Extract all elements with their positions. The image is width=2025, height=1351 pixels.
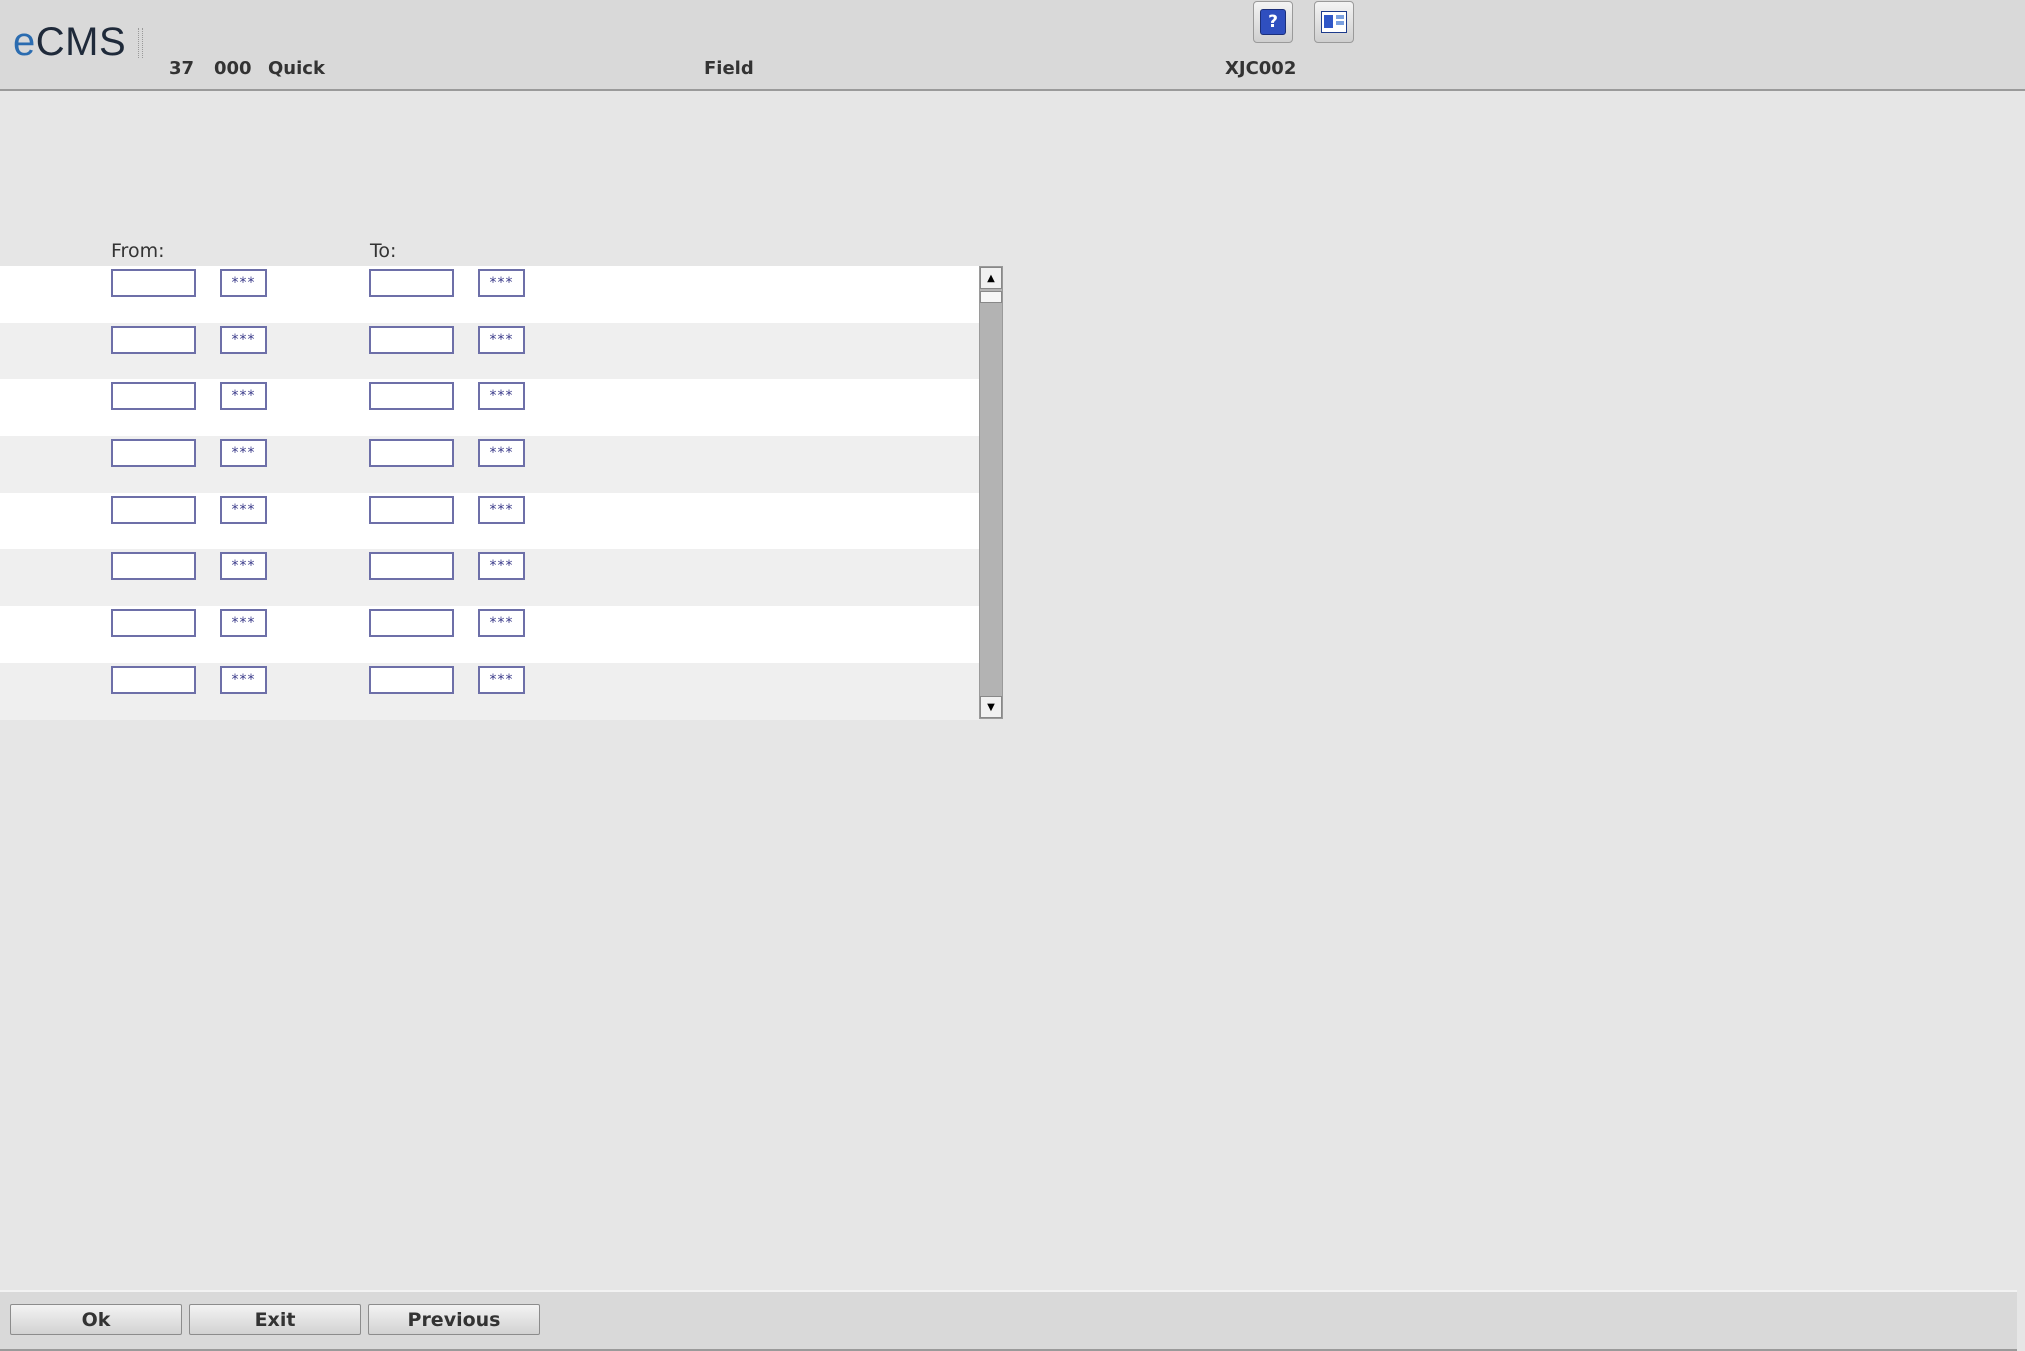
grid-row: *** *** <box>0 606 980 663</box>
help-icon: ? <box>1260 9 1286 35</box>
from-lookup-button[interactable]: *** <box>220 552 267 580</box>
to-field[interactable] <box>369 552 454 580</box>
to-field[interactable] <box>369 382 454 410</box>
window-button[interactable] <box>1314 1 1354 43</box>
from-lookup-button[interactable]: *** <box>220 382 267 410</box>
help-button[interactable]: ? <box>1253 1 1293 43</box>
grid-row: *** *** <box>0 379 980 436</box>
ok-button[interactable]: Ok <box>10 1304 182 1335</box>
from-field[interactable] <box>111 326 196 354</box>
from-label: From: <box>111 240 165 262</box>
to-field[interactable] <box>369 496 454 524</box>
scroll-thumb[interactable] <box>980 291 1002 303</box>
to-lookup-button[interactable]: *** <box>478 269 525 297</box>
logo-separator <box>138 28 143 58</box>
to-field[interactable] <box>369 666 454 694</box>
grid-row: *** *** <box>0 493 980 550</box>
to-field[interactable] <box>369 326 454 354</box>
grid-scrollbar[interactable]: ▲ ▼ <box>979 266 1003 719</box>
to-lookup-button[interactable]: *** <box>478 439 525 467</box>
to-lookup-button[interactable]: *** <box>478 609 525 637</box>
screen-title: Field <box>704 58 754 79</box>
menu-name: Quick <box>268 58 325 79</box>
ecms-logo: eCMS <box>13 20 127 64</box>
from-field[interactable] <box>111 666 196 694</box>
footer-bar: Ok Exit Previous <box>0 1290 2017 1351</box>
from-field[interactable] <box>111 269 196 297</box>
window-icon <box>1321 11 1347 33</box>
to-field[interactable] <box>369 609 454 637</box>
exit-button[interactable]: Exit <box>189 1304 361 1335</box>
grid-row: *** *** <box>0 436 980 493</box>
from-field[interactable] <box>111 439 196 467</box>
from-field[interactable] <box>111 552 196 580</box>
to-lookup-button[interactable]: *** <box>478 552 525 580</box>
grid-row: *** *** <box>0 266 980 323</box>
from-lookup-button[interactable]: *** <box>220 439 267 467</box>
from-lookup-button[interactable]: *** <box>220 269 267 297</box>
scroll-up-icon[interactable]: ▲ <box>980 267 1002 289</box>
from-field[interactable] <box>111 609 196 637</box>
from-lookup-button[interactable]: *** <box>220 496 267 524</box>
to-lookup-button[interactable]: *** <box>478 496 525 524</box>
division-number: 000 <box>214 58 252 79</box>
grid-row: *** *** <box>0 663 980 720</box>
company-number: 37 <box>169 58 195 79</box>
range-grid: *** *** *** *** *** *** *** *** *** *** … <box>0 266 980 720</box>
to-field[interactable] <box>369 269 454 297</box>
to-lookup-button[interactable]: *** <box>478 382 525 410</box>
from-lookup-button[interactable]: *** <box>220 666 267 694</box>
previous-button[interactable]: Previous <box>368 1304 540 1335</box>
from-lookup-button[interactable]: *** <box>220 326 267 354</box>
grid-row: *** *** <box>0 323 980 380</box>
grid-row: *** *** <box>0 549 980 606</box>
program-id: XJC002 <box>1225 58 1297 79</box>
header-bar: eCMS 37 000 Quick Field XJC002 ? <box>0 0 2025 91</box>
scroll-down-icon[interactable]: ▼ <box>980 696 1002 718</box>
to-field[interactable] <box>369 439 454 467</box>
to-lookup-button[interactable]: *** <box>478 666 525 694</box>
from-field[interactable] <box>111 496 196 524</box>
to-label: To: <box>370 240 397 262</box>
to-lookup-button[interactable]: *** <box>478 326 525 354</box>
from-field[interactable] <box>111 382 196 410</box>
from-lookup-button[interactable]: *** <box>220 609 267 637</box>
